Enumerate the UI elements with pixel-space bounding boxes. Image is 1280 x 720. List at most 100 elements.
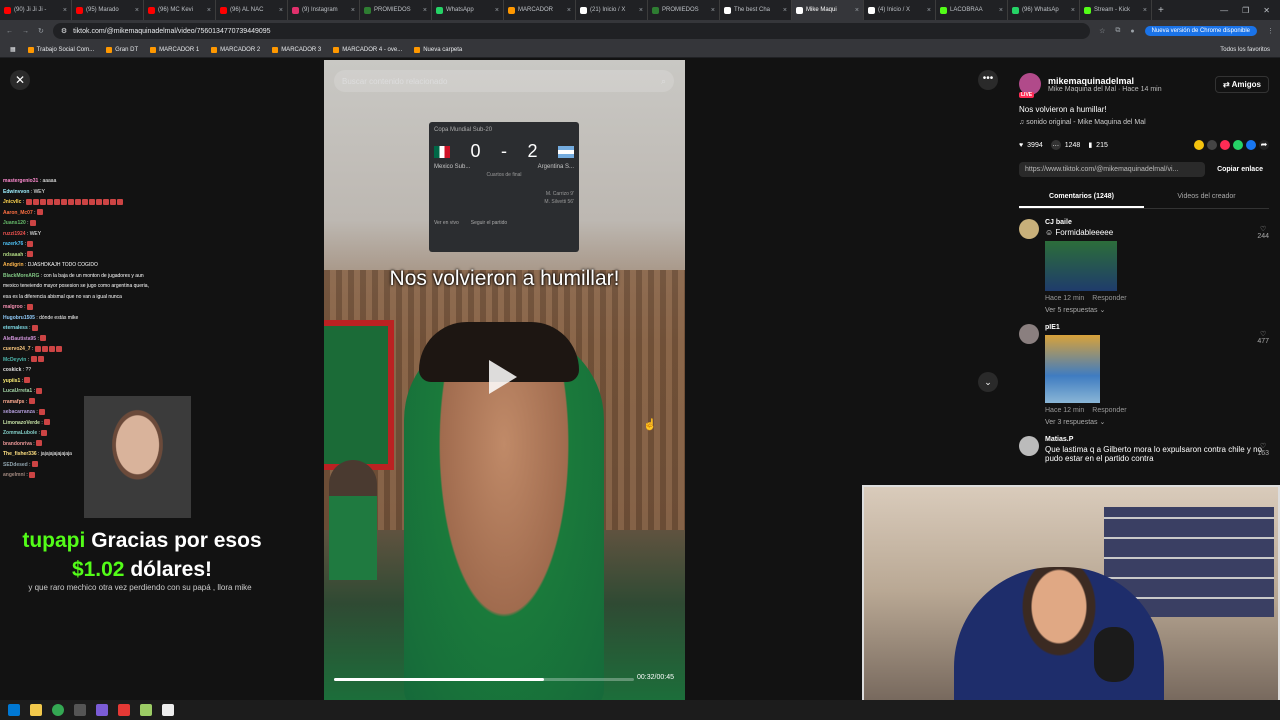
tab-close-icon[interactable]: ×: [135, 7, 139, 14]
author-username[interactable]: mikemaquinadelmal: [1048, 76, 1162, 86]
browser-tab[interactable]: MARCADOR ×: [504, 0, 576, 20]
forward-icon[interactable]: →: [22, 28, 29, 35]
chrome-update-button[interactable]: Nueva versión de Chrome disponible: [1144, 26, 1257, 36]
reply-button[interactable]: Responder: [1092, 295, 1126, 302]
bookmark-item[interactable]: Nueva carpeta: [414, 46, 462, 53]
bookmark-item[interactable]: Trabajo Social Com...: [27, 46, 94, 53]
embed-icon[interactable]: [1207, 140, 1217, 150]
site-info-icon[interactable]: ⚙: [61, 27, 67, 35]
commenter-avatar[interactable]: [1019, 324, 1039, 344]
play-icon[interactable]: [489, 360, 517, 394]
tab-close-icon[interactable]: ×: [639, 7, 643, 14]
minimize-icon[interactable]: —: [1220, 6, 1228, 15]
watch-live-link[interactable]: Ver en vivo: [434, 220, 459, 226]
bookmark-star-icon[interactable]: ☆: [1099, 27, 1105, 35]
app-icon[interactable]: [162, 704, 174, 716]
back-icon[interactable]: ←: [6, 28, 13, 35]
app-icon[interactable]: [96, 704, 108, 716]
browser-tab[interactable]: (4) Inicio / X ×: [864, 0, 936, 20]
browser-tab[interactable]: PROMIEDOS ×: [648, 0, 720, 20]
commenter-avatar[interactable]: [1019, 219, 1039, 239]
app-icon[interactable]: [118, 704, 130, 716]
browser-tab[interactable]: (96) MC Kevi ×: [144, 0, 216, 20]
reload-icon[interactable]: ↻: [38, 27, 44, 35]
tab-close-icon[interactable]: ×: [999, 7, 1003, 14]
friends-button[interactable]: ⇄ Amigos: [1215, 75, 1269, 93]
commenter-name[interactable]: pIE1: [1045, 324, 1269, 331]
tab-close-icon[interactable]: ×: [1071, 7, 1075, 14]
obs-icon[interactable]: [74, 704, 86, 716]
like-button[interactable]: ♥ 3994: [1019, 142, 1043, 149]
tab-comments[interactable]: Comentarios (1248): [1019, 187, 1144, 208]
maximize-icon[interactable]: ❐: [1242, 6, 1249, 15]
bookmark-item[interactable]: MARCADOR 2: [211, 46, 260, 53]
extensions-icon[interactable]: ⧉: [1115, 27, 1120, 35]
browser-tab[interactable]: WhatsApp ×: [432, 0, 504, 20]
tab-close-icon[interactable]: ×: [495, 7, 499, 14]
comment-like-button[interactable]: ♡ 477: [1257, 330, 1269, 345]
comment-image[interactable]: [1045, 335, 1100, 403]
browser-tab[interactable]: (96) AL NAC ×: [216, 0, 288, 20]
tab-close-icon[interactable]: ×: [567, 7, 571, 14]
browser-tab[interactable]: (96) WhatsAp ×: [1008, 0, 1080, 20]
address-bar[interactable]: ⚙ tiktok.com/@mikemaquinadelmal/video/75…: [52, 23, 1091, 39]
author-avatar[interactable]: LIVE: [1019, 73, 1041, 98]
tab-close-icon[interactable]: ×: [1143, 7, 1147, 14]
tab-close-icon[interactable]: ×: [927, 7, 931, 14]
browser-tab[interactable]: LACOBRAA ×: [936, 0, 1008, 20]
tab-creator-videos[interactable]: Videos del creador: [1144, 187, 1269, 208]
bookmark-item[interactable]: MARCADOR 1: [150, 46, 199, 53]
chrome-menu-icon[interactable]: ⋮: [1267, 27, 1274, 35]
app-icon[interactable]: [140, 704, 152, 716]
tab-close-icon[interactable]: ×: [351, 7, 355, 14]
bookmark-item[interactable]: MARCADOR 4 - ove...: [333, 46, 402, 53]
share-arrow-icon[interactable]: ➦: [1259, 140, 1269, 150]
browser-tab[interactable]: Stream - Kick ×: [1080, 0, 1152, 20]
comment-like-button[interactable]: ♡ 244: [1257, 225, 1269, 240]
view-replies-button[interactable]: Ver 5 respuestas ⌄: [1045, 306, 1269, 314]
reply-button[interactable]: Responder: [1092, 407, 1126, 414]
windows-start-icon[interactable]: [8, 704, 20, 716]
tab-close-icon[interactable]: ×: [63, 7, 67, 14]
chrome-icon[interactable]: [52, 704, 64, 716]
tab-close-icon[interactable]: ×: [711, 7, 715, 14]
tab-close-icon[interactable]: ×: [855, 7, 859, 14]
view-replies-button[interactable]: Ver 3 respuestas ⌄: [1045, 418, 1269, 426]
tab-close-icon[interactable]: ×: [423, 7, 427, 14]
video-progress-bar[interactable]: [334, 678, 634, 681]
video-player[interactable]: Buscar contenido relacionado ⌕ Copa Mund…: [324, 60, 685, 700]
browser-tab[interactable]: PROMIEDOS ×: [360, 0, 432, 20]
browser-tab[interactable]: (21) Inicio / X ×: [576, 0, 648, 20]
more-options-button[interactable]: •••: [978, 70, 998, 90]
save-button[interactable]: ▮ 215: [1088, 141, 1108, 150]
bookmark-item[interactable]: MARCADOR 3: [272, 46, 321, 53]
facebook-icon[interactable]: [1246, 140, 1256, 150]
close-video-button[interactable]: ✕: [10, 70, 30, 90]
browser-tab[interactable]: The best Cha ×: [720, 0, 792, 20]
browser-tab[interactable]: (9) Instagram ×: [288, 0, 360, 20]
commenter-name[interactable]: Matias.P: [1045, 436, 1269, 443]
comment-like-button[interactable]: ♡ 163: [1257, 442, 1269, 457]
comment-button[interactable]: … 1248: [1050, 140, 1080, 150]
file-explorer-icon[interactable]: [30, 704, 42, 716]
related-search-input[interactable]: Buscar contenido relacionado ⌕: [334, 70, 674, 92]
browser-tab[interactable]: (90) Ji Ji Ji - ×: [0, 0, 72, 20]
copy-link-button[interactable]: Copiar enlace: [1211, 166, 1269, 173]
commenter-avatar[interactable]: [1019, 436, 1039, 456]
sound-link[interactable]: ♫ sonido original - Mike Maquina del Mal: [1019, 119, 1269, 126]
browser-tab[interactable]: (95) Marado ×: [72, 0, 144, 20]
commenter-name[interactable]: CJ baile: [1045, 219, 1269, 226]
tab-close-icon[interactable]: ×: [279, 7, 283, 14]
browser-tab[interactable]: Mike Maqui ×: [792, 0, 864, 20]
post-link[interactable]: https://www.tiktok.com/@mikemaquinadelma…: [1019, 162, 1206, 177]
search-icon[interactable]: ⌕: [661, 76, 666, 87]
new-tab-button[interactable]: +: [1152, 5, 1170, 16]
follow-match-link[interactable]: Seguir el partido: [471, 220, 507, 226]
bookmark-item[interactable]: Gran DT: [106, 46, 138, 53]
tab-close-icon[interactable]: ×: [207, 7, 211, 14]
all-bookmarks-button[interactable]: Todos los favoritos: [1220, 47, 1270, 53]
send-icon[interactable]: [1220, 140, 1230, 150]
close-window-icon[interactable]: ✕: [1263, 6, 1270, 15]
coin-icon[interactable]: [1194, 140, 1204, 150]
profile-icon[interactable]: ●: [1130, 28, 1134, 35]
